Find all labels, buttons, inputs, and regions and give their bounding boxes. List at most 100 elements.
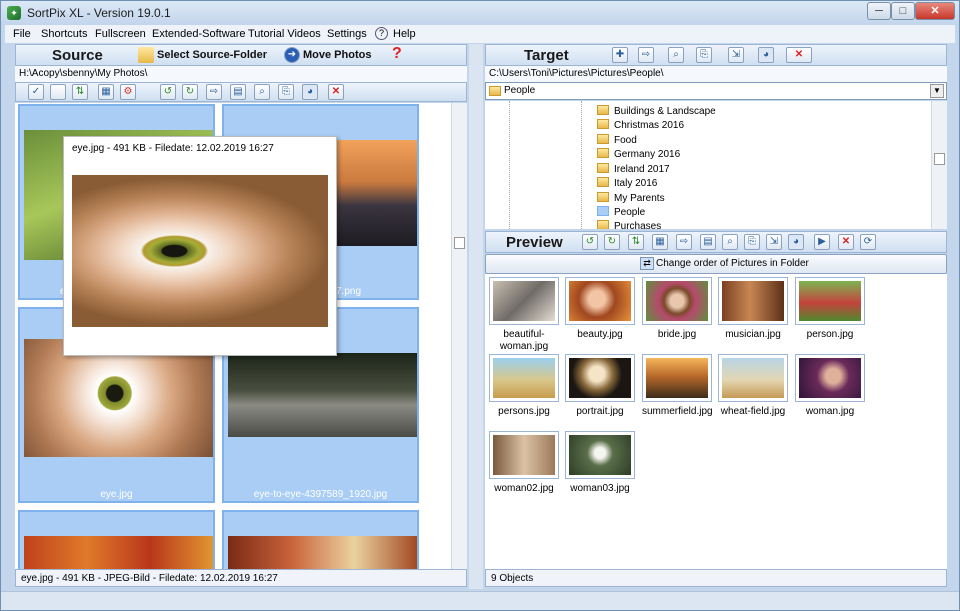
app-window: ✦ SortPix XL - Version 19.0.1 ─ □ ✕ File… xyxy=(0,0,960,611)
tree-item[interactable]: Germany 2016 xyxy=(597,148,680,160)
rotate-left-icon[interactable]: ↺ xyxy=(160,84,176,100)
move-icon[interactable]: ⇨ xyxy=(676,234,692,250)
source-scrollbar[interactable] xyxy=(451,103,467,569)
menu-shortcuts[interactable]: Shortcuts xyxy=(41,28,87,40)
document-icon[interactable]: ▤ xyxy=(230,84,246,100)
window-title: SortPix XL - Version 19.0.1 xyxy=(27,6,171,20)
tree-item[interactable]: Purchases xyxy=(597,220,661,229)
tree-item-selected[interactable]: People xyxy=(597,206,645,218)
check-all-icon[interactable]: ✓ xyxy=(28,84,44,100)
new-folder-icon[interactable]: ✚ xyxy=(612,47,628,63)
sort-icon[interactable]: ⇅ xyxy=(628,234,644,250)
help-question-icon[interactable]: ? xyxy=(392,45,402,63)
preview-item[interactable]: woman02.jpg xyxy=(489,431,559,495)
slideshow-icon[interactable]: ▶ xyxy=(814,234,830,250)
preview-item[interactable]: beautiful-woman.jpg xyxy=(489,277,559,353)
menu-settings[interactable]: Settings xyxy=(327,28,367,40)
preview-item[interactable]: bride.jpg xyxy=(642,277,712,341)
target-title: Target xyxy=(524,47,569,64)
preview-item[interactable]: person.jpg xyxy=(795,277,865,341)
folder-tree: Buildings & Landscape Christmas 2016 Foo… xyxy=(485,101,947,229)
target-status: 9 Objects xyxy=(491,573,534,584)
source-path: H:\Acopy\sbenny\My Photos\ xyxy=(19,68,148,79)
tree-item[interactable]: My Parents xyxy=(597,192,665,204)
delete-icon[interactable]: ✕ xyxy=(786,47,812,63)
tree-item[interactable]: Buildings & Landscape xyxy=(597,105,716,117)
preview-item-label: beauty.jpg xyxy=(577,329,623,340)
search-icon[interactable]: ⌕ xyxy=(722,234,738,250)
sort-icon[interactable]: ⇅ xyxy=(72,84,88,100)
chevron-down-icon[interactable]: ▼ xyxy=(930,84,944,98)
scrollbar-thumb[interactable] xyxy=(934,153,945,165)
refresh-icon[interactable]: ⟳ xyxy=(860,234,876,250)
close-button[interactable]: ✕ xyxy=(915,2,955,20)
preview-item[interactable]: musician.jpg xyxy=(718,277,788,341)
menu-file[interactable]: File xyxy=(13,28,31,40)
preview-item[interactable]: woman.jpg xyxy=(795,354,865,418)
grid-icon[interactable]: ▦ xyxy=(652,234,668,250)
target-path: C:\Users\Toni\Pictures\Pictures\People\ xyxy=(489,68,664,79)
copy-icon[interactable]: ⎘ xyxy=(278,84,294,100)
rotate-left-icon[interactable]: ↺ xyxy=(582,234,598,250)
copy-icon[interactable]: ⎘ xyxy=(696,47,712,63)
select-source-folder-button[interactable]: Select Source-Folder xyxy=(157,49,267,61)
export-icon[interactable]: ⇲ xyxy=(766,234,782,250)
thumbnail-label: eye.jpg xyxy=(100,489,133,500)
preview-item-label: person.jpg xyxy=(806,329,854,340)
preview-item[interactable]: persons.jpg xyxy=(489,354,559,418)
target-path-bar: C:\Users\Toni\Pictures\Pictures\People\ xyxy=(485,66,947,82)
thumbnail-item[interactable] xyxy=(18,510,215,569)
eye-preview-image xyxy=(72,175,328,327)
preview-item-label: wheat-field.jpg xyxy=(720,406,786,417)
preview-item[interactable]: beauty.jpg xyxy=(565,277,635,341)
pane-splitter[interactable] xyxy=(469,44,483,589)
preview-item[interactable]: wheat-field.jpg xyxy=(718,354,788,418)
menu-fullscreen[interactable]: Fullscreen xyxy=(95,28,146,40)
source-path-bar: H:\Acopy\sbenny\My Photos\ xyxy=(15,66,467,82)
source-status: eye.jpg - 491 KB - JPEG-Bild - Filedate:… xyxy=(21,573,278,584)
help-icon[interactable]: ? xyxy=(375,27,388,40)
document-icon[interactable]: ▤ xyxy=(700,234,716,250)
maximize-button[interactable]: □ xyxy=(891,2,915,20)
change-order-label: Change order of Pictures in Folder xyxy=(656,258,809,269)
delete-icon[interactable]: ✕ xyxy=(838,234,854,250)
source-status-bar: eye.jpg - 491 KB - JPEG-Bild - Filedate:… xyxy=(15,569,467,587)
move-photos-button[interactable]: Move Photos xyxy=(303,49,371,61)
preview-item[interactable]: woman03.jpg xyxy=(565,431,635,495)
minimize-button[interactable]: ─ xyxy=(867,2,891,20)
settings-icon[interactable]: ⚙ xyxy=(120,84,136,100)
preview-item-label: persons.jpg xyxy=(498,406,550,417)
preview-item[interactable]: portrait.jpg xyxy=(565,354,635,418)
menu-tutorial-videos[interactable]: Tutorial Videos xyxy=(248,28,321,40)
preview-item[interactable]: summerfield.jpg xyxy=(642,354,713,418)
tree-item[interactable]: Christmas 2016 xyxy=(597,119,684,131)
scrollbar-thumb[interactable] xyxy=(454,237,465,249)
grid-icon[interactable]: ▦ xyxy=(98,84,114,100)
globe-icon[interactable]: ◕ xyxy=(788,234,804,250)
tooltip-info: eye.jpg - 491 KB - Filedate: 12.02.2019 … xyxy=(72,143,274,154)
uncheck-icon[interactable] xyxy=(50,84,66,100)
tree-item[interactable]: Italy 2016 xyxy=(597,177,657,189)
copy-icon[interactable]: ⎘ xyxy=(744,234,760,250)
menu-extended-software[interactable]: Extended-Software xyxy=(152,28,246,40)
search-icon[interactable]: ⌕ xyxy=(254,84,270,100)
globe-icon[interactable]: ◕ xyxy=(302,84,318,100)
search-icon[interactable]: ⌕ xyxy=(668,47,684,63)
export-icon[interactable]: ⇲ xyxy=(728,47,744,63)
preview-grid: beautiful-woman.jpg beauty.jpg bride.jpg… xyxy=(485,274,947,569)
folder-select[interactable]: People ▼ xyxy=(485,82,947,100)
rotate-right-icon[interactable]: ↻ xyxy=(182,84,198,100)
globe-icon[interactable]: ◕ xyxy=(758,47,774,63)
thumbnail-item[interactable] xyxy=(222,510,419,569)
image-tooltip: eye.jpg - 491 KB - Filedate: 12.02.2019 … xyxy=(63,136,337,356)
tree-scrollbar[interactable] xyxy=(931,101,947,229)
move-icon[interactable]: ⇨ xyxy=(638,47,654,63)
delete-icon[interactable]: ✕ xyxy=(328,84,344,100)
menu-help[interactable]: Help xyxy=(393,28,416,40)
tree-item[interactable]: Food xyxy=(597,134,637,146)
target-header-bar: Target ✚ ⇨ ⌕ ⎘ ⇲ ◕ ✕ xyxy=(485,44,947,66)
rotate-right-icon[interactable]: ↻ xyxy=(604,234,620,250)
change-order-button[interactable]: ⇄ Change order of Pictures in Folder xyxy=(485,254,947,274)
tree-item[interactable]: Ireland 2017 xyxy=(597,163,670,175)
move-icon[interactable]: ⇨ xyxy=(206,84,222,100)
